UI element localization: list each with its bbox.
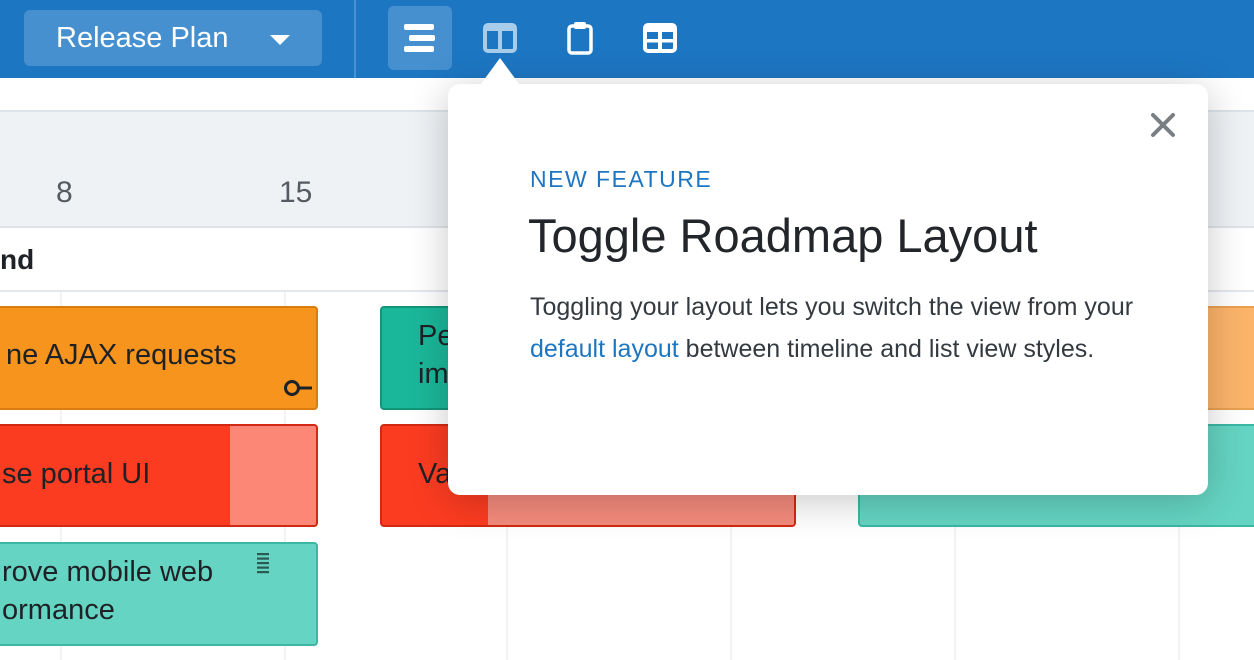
popover-title: Toggle Roadmap Layout	[528, 209, 1038, 262]
bar-label: Va	[418, 458, 452, 490]
bar-portal-ui[interactable]: se portal UI	[0, 424, 318, 527]
bar-label: se portal UI	[2, 458, 151, 490]
bar-ajax-requests[interactable]: ne AJAX requests	[0, 306, 318, 410]
default-layout-link[interactable]: default layout	[530, 335, 679, 363]
clipboard-view-button[interactable]	[548, 6, 612, 70]
drag-handle-icon[interactable]	[256, 552, 270, 574]
columns-view-icon	[483, 23, 517, 53]
popover-body-text: between timeline and list view styles.	[678, 335, 1095, 363]
feature-announcement-popover: NEW FEATURE Toggle Roadmap Layout Toggli…	[448, 58, 1208, 495]
timeline-view-button[interactable]	[388, 6, 452, 70]
table-view-icon	[643, 23, 677, 53]
progress-remainder	[230, 426, 316, 525]
bar-label: im	[418, 358, 449, 390]
top-toolbar: Release Plan	[0, 0, 1254, 78]
bar-mobile-web[interactable]: rove mobile web ormance	[0, 542, 318, 646]
date-label: 15	[279, 176, 313, 209]
plan-selector-dropdown[interactable]: Release Plan	[24, 10, 322, 66]
bar-label: ne AJAX requests	[6, 339, 237, 371]
dependency-link-icon[interactable]	[282, 378, 312, 398]
close-button[interactable]	[1148, 110, 1178, 140]
popover-body-text: Toggling your layout lets you switch the…	[530, 293, 1134, 321]
popover-eyebrow: NEW FEATURE	[530, 166, 713, 192]
timeline-view-icon	[404, 24, 435, 52]
date-label: 8	[56, 176, 73, 209]
bar-label: ormance	[2, 594, 115, 626]
chevron-down-icon	[270, 35, 290, 45]
table-view-button[interactable]	[628, 6, 692, 70]
group-title: nd	[0, 244, 35, 275]
close-icon	[1151, 113, 1175, 137]
bar-label: rove mobile web	[2, 556, 214, 588]
clipboard-icon	[567, 22, 593, 55]
toolbar-divider	[354, 0, 356, 78]
plan-selector-label: Release Plan	[56, 22, 229, 54]
popover-arrow	[478, 58, 522, 88]
popover-body: Toggling your layout lets you switch the…	[530, 286, 1140, 370]
